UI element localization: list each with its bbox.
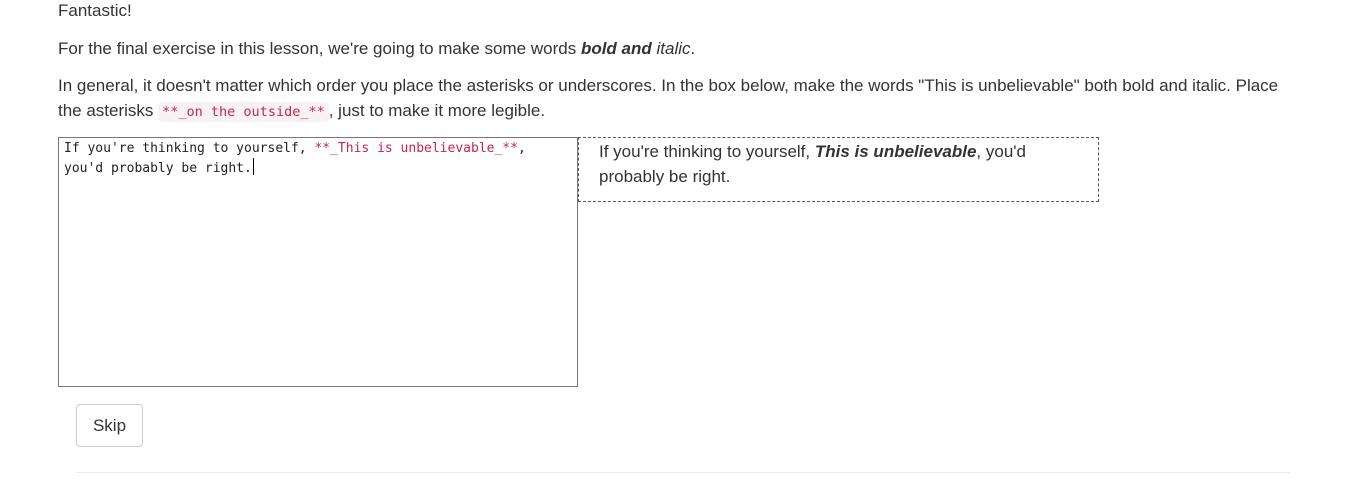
intro-text-end: . [690,39,696,58]
divider [76,472,1290,473]
editor-text-start: If you're thinking to yourself, [64,141,315,156]
inline-code-example: **_on the outside_** [158,102,329,122]
editor-markdown-syntax: **_This is unbelievable_** [314,141,518,156]
skip-button[interactable]: Skip [76,404,143,447]
intro-text-start: For the final exercise in this lesson, w… [58,39,581,58]
intro-italic-word: italic [656,39,691,58]
intro-text: For the final exercise in this lesson, w… [58,36,695,61]
intro-bold-italic-example: bold and italic [581,39,691,58]
markdown-editor[interactable]: If you're thinking to yourself, **_This … [58,137,578,387]
praise-text: Fantastic! [58,1,132,20]
intro-and-word: and [616,39,652,58]
preview-bold-italic-text: This is unbelievable [814,142,977,161]
intro-bold-word: bold [580,39,617,58]
preview-text-start: If you're thinking to yourself, [599,142,815,161]
text-caret [252,158,254,175]
instructions-end: , just to make it more legible. [328,101,546,120]
instructions-text: In general, it doesn't matter which orde… [58,73,1298,125]
markdown-preview: If you're thinking to yourself, This is … [578,137,1099,202]
